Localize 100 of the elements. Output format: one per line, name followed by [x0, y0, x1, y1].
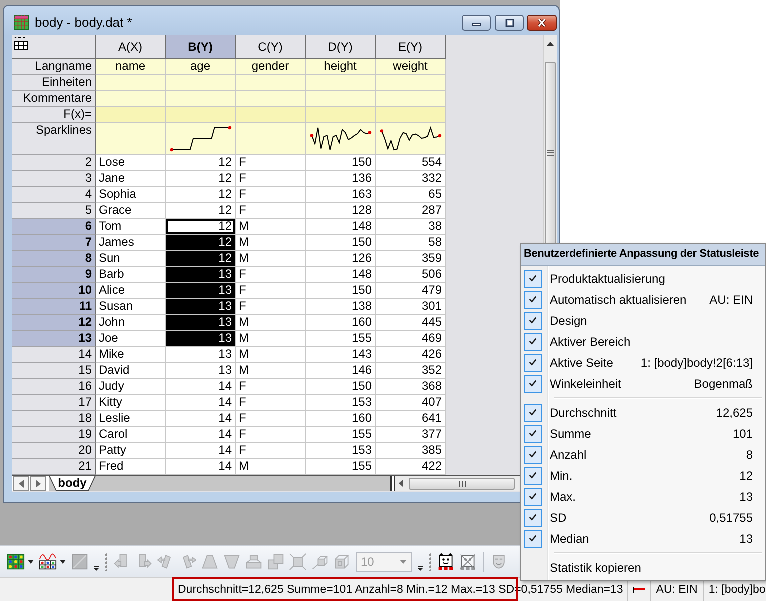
checkbox[interactable] — [524, 466, 542, 484]
menu-item[interactable]: Produktaktualisierung — [550, 272, 666, 286]
menu-item[interactable]: Aktiver Bereich — [550, 334, 631, 348]
row-header[interactable]: 7 — [12, 235, 96, 251]
row-label: Kommentare — [12, 91, 96, 107]
menu-item[interactable]: Min. — [550, 468, 573, 482]
checkbox[interactable] — [524, 446, 542, 464]
menu-item-value: 8 — [746, 448, 753, 462]
checkbox[interactable] — [524, 290, 542, 308]
table-cell: 160 — [306, 315, 376, 331]
checkbox[interactable] — [524, 354, 542, 372]
maximize-button[interactable] — [495, 14, 524, 30]
menu-item[interactable]: Summe — [550, 426, 592, 440]
table-cell: Alice — [96, 283, 166, 299]
table-cell: 13 — [166, 331, 236, 347]
menu-item[interactable]: Automatisch aktualisieren — [550, 292, 687, 306]
menu-item[interactable]: Design — [550, 314, 588, 328]
table-cell: 301 — [376, 299, 446, 315]
table-cell: 13 — [166, 283, 236, 299]
menu-item[interactable]: Anzahl — [550, 448, 587, 462]
row-header[interactable]: 2 — [12, 155, 96, 171]
table-cell — [306, 91, 376, 107]
checkbox[interactable] — [524, 374, 542, 392]
row-header[interactable]: 9 — [12, 267, 96, 283]
table-cell: 407 — [376, 395, 446, 411]
row-header[interactable]: 14 — [12, 347, 96, 363]
scrollbar-thumb[interactable] — [409, 478, 515, 490]
row-header[interactable]: 6 — [12, 219, 96, 235]
row-header[interactable]: 18 — [12, 411, 96, 427]
table-cell — [236, 75, 306, 91]
minimize-button[interactable] — [462, 14, 491, 30]
row-header[interactable]: 10 — [12, 283, 96, 299]
caret-left-icon[interactable] — [399, 480, 403, 487]
row-header[interactable]: 5 — [12, 203, 96, 219]
row-header[interactable]: 4 — [12, 187, 96, 203]
menu-item-value: 13 — [740, 490, 753, 504]
checkbox[interactable] — [524, 332, 542, 350]
menu-item[interactable]: Statistik kopieren — [550, 560, 642, 574]
caret-down-icon[interactable] — [60, 560, 66, 564]
maximize-icon — [504, 18, 516, 26]
row-header[interactable]: 20 — [12, 443, 96, 459]
table-cell: 554 — [376, 155, 446, 171]
table-cell: Lose — [96, 155, 166, 171]
row-header[interactable]: 19 — [12, 427, 96, 443]
table-chart-icon[interactable] — [39, 552, 57, 570]
face-icon[interactable] — [437, 552, 455, 570]
menu-item[interactable]: Median — [550, 532, 590, 546]
table-cell: 138 — [306, 299, 376, 315]
scrollbar-thumb[interactable] — [545, 62, 556, 243]
table-cell: gender — [236, 59, 306, 75]
previous-sheet-button[interactable] — [13, 476, 29, 491]
column-header[interactable]: D(Y) — [306, 35, 376, 59]
column-header[interactable]: C(Y) — [236, 35, 306, 59]
column-header[interactable]: B(Y) — [166, 35, 236, 59]
checkbox[interactable] — [524, 270, 542, 288]
checkbox[interactable] — [524, 312, 542, 330]
column-header[interactable]: A(X) — [96, 35, 166, 59]
row-header[interactable]: 17 — [12, 395, 96, 411]
table-cell — [166, 91, 236, 107]
table-cell: Mike — [96, 347, 166, 363]
table-cell: Sophia — [96, 187, 166, 203]
row-header[interactable]: 3 — [12, 171, 96, 187]
table-cell: 14 — [166, 379, 236, 395]
menu-item[interactable]: Max. — [550, 490, 576, 504]
row-header[interactable]: 15 — [12, 363, 96, 379]
next-sheet-button[interactable] — [30, 476, 46, 491]
menu-item[interactable]: SD — [550, 510, 567, 524]
menu-item-value: 0,51755 — [710, 510, 753, 524]
table-cell — [376, 75, 446, 91]
splitter-handle[interactable] — [390, 476, 395, 491]
checkbox[interactable] — [524, 424, 542, 442]
checkbox[interactable] — [524, 488, 542, 506]
row-header[interactable]: 21 — [12, 459, 96, 475]
row-header[interactable]: 16 — [12, 379, 96, 395]
checkmark-icon — [529, 338, 537, 345]
row-header[interactable]: 8 — [12, 251, 96, 267]
table-cell: 143 — [306, 347, 376, 363]
table-cell: James — [96, 235, 166, 251]
menu-item[interactable]: Winkeleinheit — [550, 376, 622, 390]
row-header[interactable]: 11 — [12, 299, 96, 315]
caret-up-icon[interactable] — [547, 42, 554, 46]
checkbox[interactable] — [524, 530, 542, 548]
row-header[interactable]: 13 — [12, 331, 96, 347]
column-header[interactable]: E(Y) — [376, 35, 446, 59]
grid-icon[interactable] — [7, 552, 25, 570]
corner-cell[interactable] — [12, 35, 96, 59]
table-cell: 506 — [376, 267, 446, 283]
row-header[interactable]: 12 — [12, 315, 96, 331]
checkbox[interactable] — [524, 508, 542, 526]
menu-item[interactable]: Durchschnitt — [550, 406, 617, 420]
close-button[interactable] — [527, 14, 557, 30]
caret-down-icon[interactable] — [28, 560, 34, 564]
checkbox[interactable] — [524, 404, 542, 422]
table-cell: M — [236, 235, 306, 251]
table-cell: 153 — [306, 443, 376, 459]
horizontal-scrollbar[interactable] — [395, 476, 518, 491]
sheet-tab[interactable]: body — [49, 476, 96, 491]
menu-item[interactable]: Aktive Seite — [550, 356, 614, 370]
vertical-scrollbar[interactable] — [543, 35, 557, 243]
table-cell — [236, 107, 306, 123]
